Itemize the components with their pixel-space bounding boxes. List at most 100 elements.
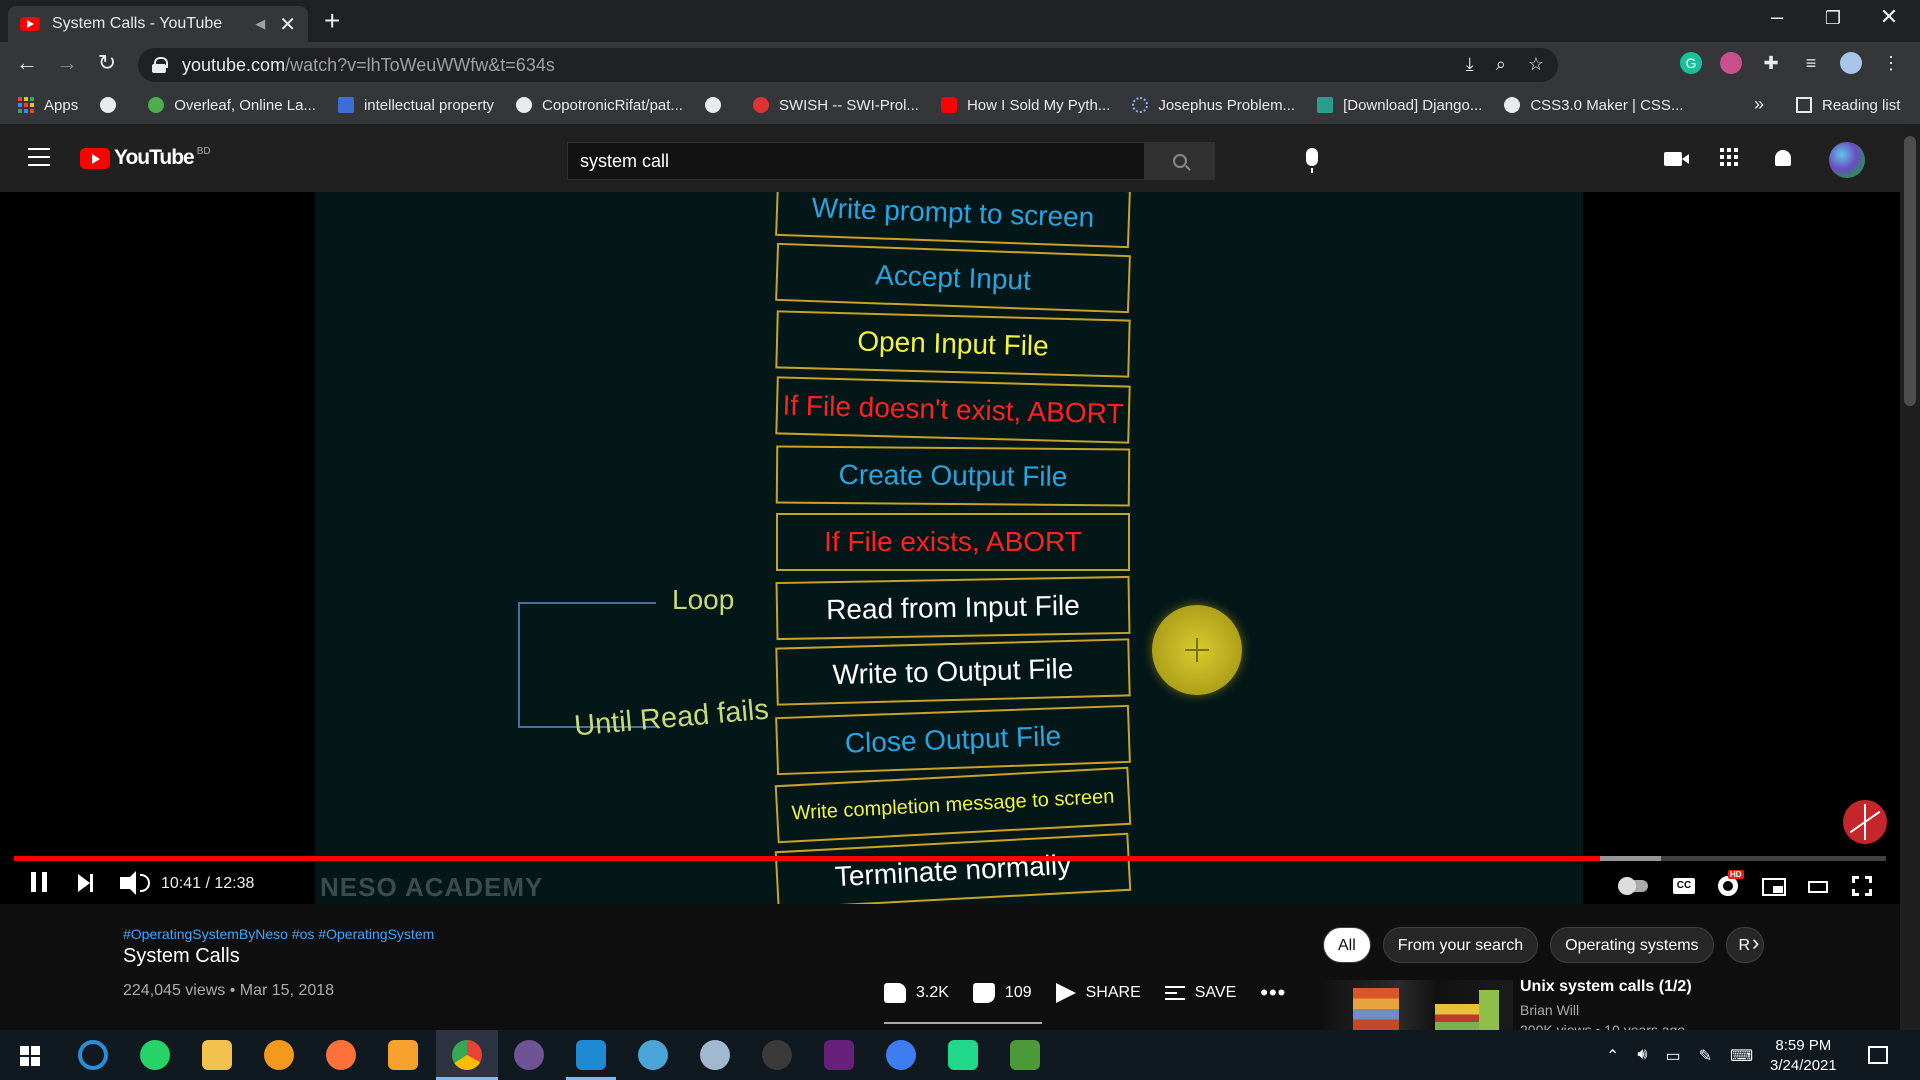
install-app-icon[interactable]: ⤓ — [1466, 54, 1474, 75]
windows-taskbar: ⌃ 🔊︎ ▭ ✎ ⌨ 8:59 PM 3/24/2021 — [0, 1030, 1920, 1080]
settings-gear-icon[interactable] — [1718, 876, 1738, 896]
forward-button[interactable]: → — [52, 50, 82, 76]
sync-app-icon[interactable] — [78, 1040, 108, 1070]
autoplay-toggle[interactable] — [1618, 877, 1648, 895]
xampp-icon[interactable] — [388, 1040, 418, 1070]
recommended-video-channel[interactable]: Brian Will — [1520, 1002, 1579, 1018]
bookmark-intellectual-property[interactable]: intellectual property — [337, 97, 494, 114]
bookmark-django[interactable]: [Download] Django... — [1317, 97, 1482, 114]
vscode-icon[interactable] — [576, 1040, 606, 1070]
speaker-icon[interactable]: 🔊︎ — [1637, 1046, 1647, 1066]
notifications-bell-icon[interactable] — [1775, 150, 1791, 166]
extensions-puzzle-icon[interactable]: ✚ — [1760, 52, 1782, 74]
chrome-icon[interactable] — [452, 1040, 482, 1070]
app-globe-icon[interactable] — [638, 1040, 668, 1070]
menu-icon[interactable] — [28, 148, 50, 166]
media-control-icon[interactable]: ≡ — [1800, 52, 1822, 74]
whatsapp-icon[interactable] — [140, 1040, 170, 1070]
like-button[interactable]: 3.2K — [884, 983, 949, 1003]
pycharm-icon[interactable] — [948, 1040, 978, 1070]
fullscreen-icon[interactable] — [1851, 875, 1873, 897]
bookmark-overleaf[interactable]: Overleaf, Online La... — [148, 97, 316, 114]
chrome-menu-icon[interactable]: ⋮ — [1880, 52, 1902, 74]
restore-window-button[interactable]: ❐ — [1810, 8, 1856, 29]
keyboard-icon[interactable]: ⌨ — [1730, 1046, 1753, 1066]
search-input[interactable]: system call — [568, 143, 1144, 179]
apps-icon[interactable] — [1720, 148, 1738, 166]
captions-icon[interactable]: CC — [1673, 878, 1695, 894]
youtube-logo[interactable]: YouTube BD — [80, 146, 211, 170]
new-tab-button[interactable]: + — [324, 6, 340, 36]
pen-icon[interactable]: ✎ — [1699, 1046, 1712, 1066]
create-video-icon[interactable] — [1664, 152, 1689, 166]
thumbs-down-icon — [972, 983, 995, 1003]
url-host: youtube.com — [182, 54, 286, 75]
zoom-icon[interactable]: ⌕ — [1496, 54, 1506, 75]
windows-start-icon[interactable] — [20, 1046, 40, 1066]
taskbar-clock[interactable]: 8:59 PM 3/24/2021 — [1770, 1036, 1837, 1076]
github-desktop-icon[interactable] — [514, 1040, 544, 1070]
address-bar[interactable]: youtube.com/watch?v=lhToWeuWWfw&t=634s ⤓… — [138, 48, 1558, 82]
show-hidden-icons-icon[interactable]: ⌃ — [1606, 1046, 1619, 1066]
back-button[interactable]: ← — [12, 50, 42, 76]
file-explorer-icon[interactable] — [202, 1040, 232, 1070]
video-player[interactable]: Write prompt to screen Accept Input Open… — [0, 192, 1900, 904]
recommended-video-thumbnail[interactable] — [1323, 980, 1513, 1030]
bookmark-globe-2[interactable] — [704, 97, 731, 113]
youtube-header: YouTube BD system call — [0, 124, 1900, 192]
more-actions-icon[interactable]: ••• — [1260, 980, 1286, 1006]
bookmark-star-icon[interactable]: ☆ — [1528, 54, 1544, 75]
youtube-icon — [940, 97, 957, 113]
theater-mode-icon[interactable] — [1808, 881, 1828, 893]
chip-from-your-search[interactable]: From your search — [1382, 927, 1539, 963]
messenger-icon[interactable] — [886, 1040, 916, 1070]
video-hashtags[interactable]: #OperatingSystemByNeso #os #OperatingSys… — [123, 926, 434, 942]
bookmark-swish[interactable]: SWISH -- SWI-Prol... — [752, 97, 919, 114]
app-satellite-icon[interactable] — [762, 1040, 792, 1070]
share-button[interactable]: SHARE — [1055, 983, 1141, 1003]
miniplayer-icon[interactable] — [1762, 878, 1786, 896]
dislike-button[interactable]: 109 — [972, 983, 1032, 1003]
channel-logo-icon[interactable] — [1843, 800, 1887, 844]
firefox-icon[interactable] — [326, 1040, 356, 1070]
bookmark-css3-maker[interactable]: CSS3.0 Maker | CSS... — [1504, 97, 1683, 114]
app-brain-icon[interactable] — [700, 1040, 730, 1070]
notepad-icon[interactable] — [1010, 1040, 1040, 1070]
bookmark-apps[interactable]: Apps — [18, 97, 78, 114]
search-button[interactable] — [1144, 143, 1214, 179]
brave-icon[interactable] — [264, 1040, 294, 1070]
browser-tab[interactable]: System Calls - YouTube ◀ ✕ — [8, 6, 308, 42]
account-avatar[interactable] — [1829, 142, 1865, 178]
bookmark-globe[interactable] — [100, 97, 126, 113]
grammarly-extension-icon[interactable]: G — [1680, 52, 1702, 74]
chip-operating-systems[interactable]: Operating systems — [1550, 927, 1714, 963]
chip-all[interactable]: All — [1323, 927, 1371, 963]
mute-tab-icon[interactable]: ◀ — [255, 16, 265, 32]
bookmark-github[interactable]: CopotronicRifat/pat... — [516, 97, 683, 114]
bookmark-youtube[interactable]: How I Sold My Pyth... — [940, 97, 1110, 114]
country-code: BD — [196, 145, 211, 157]
next-video-icon[interactable] — [78, 874, 93, 892]
bookmark-josephus[interactable]: Josephus Problem... — [1132, 97, 1295, 114]
profile-avatar-icon[interactable] — [1840, 52, 1862, 74]
pause-icon[interactable] — [31, 872, 47, 892]
scrollbar-thumb[interactable] — [1904, 136, 1916, 406]
bookmarks-overflow-button[interactable]: » — [1754, 94, 1764, 115]
reading-list-button[interactable]: Reading list — [1796, 86, 1900, 124]
page-scrollbar[interactable] — [1900, 124, 1920, 1030]
visual-studio-icon[interactable] — [824, 1040, 854, 1070]
close-window-button[interactable]: ✕ — [1866, 4, 1912, 30]
network-icon[interactable]: ▭ — [1666, 1046, 1681, 1066]
chevron-right-icon[interactable]: › — [1752, 930, 1759, 956]
extension-icon[interactable] — [1720, 52, 1742, 74]
progress-bar[interactable] — [14, 856, 1886, 861]
save-button[interactable]: SAVE — [1164, 984, 1236, 1002]
minimize-window-button[interactable]: – — [1754, 4, 1800, 30]
close-tab-icon[interactable]: ✕ — [279, 12, 296, 37]
notifications-icon[interactable] — [1868, 1046, 1888, 1064]
recommended-video-title[interactable]: Unix system calls (1/2) — [1520, 978, 1692, 996]
voice-search-mic-icon[interactable] — [1306, 148, 1318, 173]
lock-icon[interactable] — [152, 57, 168, 73]
reload-button[interactable]: ↻ — [92, 50, 122, 76]
volume-icon[interactable] — [120, 871, 136, 895]
